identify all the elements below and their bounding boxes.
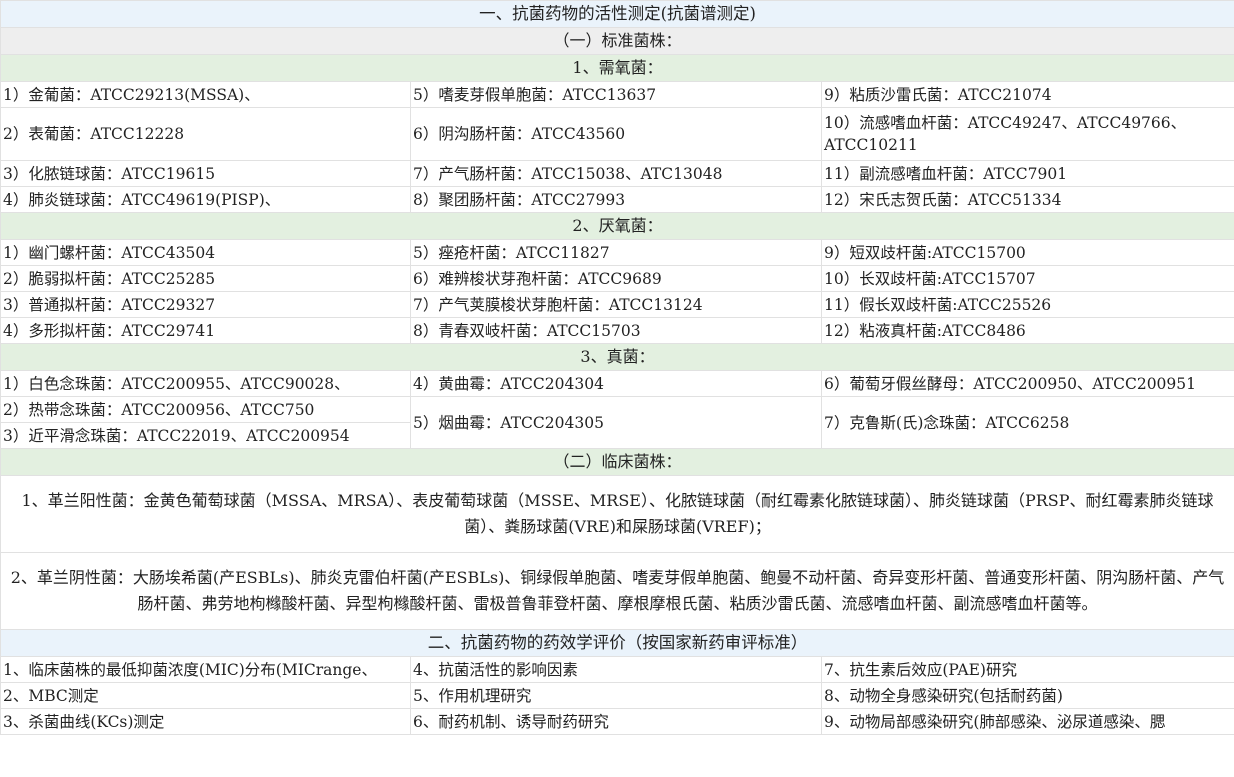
standard-strains-heading: （一）标准菌株： [0, 27, 1234, 55]
table-cell: 4、抗菌活性的影响因素 [410, 656, 822, 683]
table-cell: 5、作用机理研究 [410, 682, 822, 709]
table-cell: 2）表葡菌：ATCC12228 [0, 107, 411, 161]
antibacterial-table: 一、抗菌药物的活性测定(抗菌谱测定) （一）标准菌株： 1、需氧菌： 1）金葡菌… [0, 0, 1234, 735]
table-cell: 2）脆弱拟杆菌：ATCC25285 [0, 265, 411, 292]
clinical-strains-heading: （二）临床菌株： [0, 448, 1234, 476]
table-cell: 7、抗生素后效应(PAE)研究 [820, 656, 1234, 683]
table-cell: 4）黄曲霉：ATCC204304 [410, 370, 822, 397]
table-cell: 4）多形拟杆菌：ATCC29741 [0, 317, 411, 344]
table-cell: 1）幽门螺杆菌：ATCC43504 [0, 239, 411, 266]
table-cell: 9）短双歧杆菌:ATCC15700 [820, 239, 1234, 266]
table-cell: 5）痤疮杆菌：ATCC11827 [410, 239, 822, 266]
table-cell: 7）产气荚膜梭状芽胞杆菌：ATCC13124 [410, 291, 822, 318]
table-cell: 12）粘液真杆菌:ATCC8486 [820, 317, 1234, 344]
clinical-gram-positive: 1、革兰阳性菌：金黄色葡萄球菌（MSSA、MRSA）、表皮葡萄球菌（MSSE、M… [0, 475, 1234, 553]
table-cell: 5）嗜麦芽假单胞菌：ATCC13637 [410, 81, 822, 108]
fungi-heading: 3、真菌： [0, 343, 1234, 371]
section1-title: 一、抗菌药物的活性测定(抗菌谱测定) [0, 0, 1234, 28]
table-cell: 6）阴沟肠杆菌：ATCC43560 [410, 107, 822, 161]
table-cell: 8、动物全身感染研究(包括耐药菌) [820, 682, 1234, 709]
table-cell: 5）烟曲霉：ATCC204305 [410, 396, 822, 449]
table-cell: 6）难辨梭状芽孢杆菌：ATCC9689 [410, 265, 822, 292]
table-cell: 2、MBC测定 [0, 682, 411, 709]
table-cell: 1、临床菌株的最低抑菌浓度(MIC)分布(MICrange、 [0, 656, 411, 683]
anaerobic-heading: 2、厌氧菌： [0, 212, 1234, 240]
table-cell: 11）假长双歧杆菌:ATCC25526 [820, 291, 1234, 318]
section2-title: 二、抗菌药物的药效学评价（按国家新药审评标准） [0, 629, 1234, 657]
table-cell: 6、耐药机制、诱导耐药研究 [410, 708, 822, 735]
table-cell: 3）普通拟杆菌：ATCC29327 [0, 291, 411, 318]
table-cell: 7）产气肠杆菌：ATCC15038、ATC13048 [410, 160, 822, 187]
table-cell: 3、杀菌曲线(KCs)测定 [0, 708, 411, 735]
table-cell: 6）葡萄牙假丝酵母：ATCC200950、ATCC200951 [820, 370, 1234, 397]
table-cell: 3）化脓链球菌：ATCC19615 [0, 160, 411, 187]
table-cell: 7）克鲁斯(氏)念珠菌：ATCC6258 [820, 396, 1234, 449]
table-cell: 11）副流感嗜血杆菌：ATCC7901 [820, 160, 1234, 187]
table-cell: 10）流感嗜血杆菌：ATCC49247、ATCC49766、ATCC10211 [820, 107, 1234, 161]
table-cell: 2）热带念珠菌：ATCC200956、ATCC750 [0, 396, 411, 423]
clinical-gram-negative: 2、革兰阴性菌：大肠埃希菌(产ESBLs)、肺炎克雷伯杆菌(产ESBLs)、铜绿… [0, 552, 1234, 630]
table-cell: 3）近平滑念珠菌：ATCC22019、ATCC200954 [0, 422, 411, 449]
table-cell: 12）宋氏志贺氏菌：ATCC51334 [820, 186, 1234, 213]
table-cell: 4）肺炎链球菌：ATCC49619(PISP)、 [0, 186, 411, 213]
aerobic-heading: 1、需氧菌： [0, 54, 1234, 82]
table-cell: 8）青春双岐杆菌：ATCC15703 [410, 317, 822, 344]
table-cell: 9）粘质沙雷氏菌：ATCC21074 [820, 81, 1234, 108]
table-cell: 1）白色念珠菌：ATCC200955、ATCC90028、 [0, 370, 411, 397]
table-cell: 10）长双歧杆菌:ATCC15707 [820, 265, 1234, 292]
table-cell: 9、动物局部感染研究(肺部感染、泌尿道感染、腮 [820, 708, 1234, 735]
table-cell: 8）聚团肠杆菌：ATCC27993 [410, 186, 822, 213]
table-cell: 1）金葡菌：ATCC29213(MSSA)、 [0, 81, 411, 108]
